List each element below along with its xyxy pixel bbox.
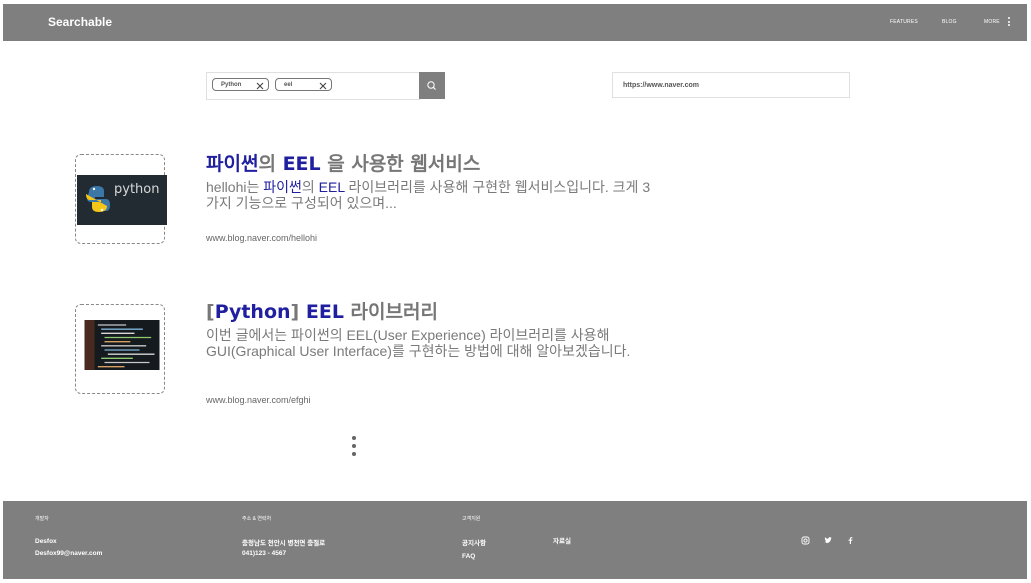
phone-text: 041)123 - 4567 [242,550,287,557]
developer-email[interactable]: Desfox99@naver.com [35,550,102,557]
desc-highlight: EEL [318,179,345,195]
search-icon [427,81,436,90]
result-url[interactable]: www.blog.naver.com/hellohi [206,233,317,243]
tag-chip-eel: eel [275,78,332,91]
thumb-caption: python [114,182,160,197]
desc-text: 이번 글에서는 파이썬의 EEL(User Experience) 라이브러리를… [206,327,631,359]
result-url[interactable]: www.blog.naver.com/efghi [206,395,311,405]
code-screen-image [84,320,160,370]
close-icon[interactable] [319,82,327,90]
nav-blog[interactable]: BLOG [942,19,957,25]
address-text: 충청남도 천안시 병천면 충절로 [242,540,326,547]
title-highlight: 파이썬 [206,153,259,175]
desc-text: hellohi는 [206,179,264,195]
result-description: hellohi는 파이썬의 EEL 라이브러리를 사용해 구현한 웹서비스입니다… [206,179,656,211]
footer: 개발자 Desfox Desfox99@naver.com 주소 & 연락처 충… [3,501,1027,579]
tag-chip-label: Python [221,82,242,88]
result-thumbnail[interactable] [75,304,165,394]
nav-features[interactable]: FEATURES [890,19,918,25]
notice-link[interactable]: 공지사항 [462,537,486,547]
desc-text: 의 [301,179,319,195]
support-heading: 고객지원 [462,516,481,522]
resources-link[interactable]: 자료실 [553,535,571,545]
close-icon[interactable] [256,82,264,90]
title-text: 을 사용한 웹서비스 [320,153,481,175]
address-heading: 주소 & 연락처 [242,516,272,522]
search-button[interactable] [419,72,445,99]
tag-chip-label: eel [284,82,293,88]
title-highlight: EEL [282,153,321,175]
title-text: 의 [258,153,283,175]
top-navbar: Searchable FEATURES BLOG MORE [3,4,1027,41]
more-vertical-icon[interactable] [1008,17,1011,29]
faq-link[interactable]: FAQ [462,553,475,560]
title-text: 라이브러리 [343,301,438,323]
brand-logo[interactable]: Searchable [48,15,112,29]
url-input[interactable]: https://www.naver.com [612,72,850,98]
developer-heading: 개발자 [35,516,49,522]
load-more-icon[interactable] [352,436,358,460]
title-text: [ [206,301,215,323]
title-text: ] [290,301,306,323]
page: Searchable FEATURES BLOG MORE Python eel… [3,4,1027,579]
result-thumbnail[interactable]: python [75,154,167,244]
result-title[interactable]: 파이썬의 EEL 을 사용한 웹서비스 [206,149,480,176]
facebook-icon[interactable] [846,536,855,545]
developer-name: Desfox [35,538,57,545]
title-highlight: EEL [305,301,344,323]
title-highlight: Python [214,301,291,323]
nav-more[interactable]: MORE [984,19,1000,25]
twitter-icon[interactable] [824,536,833,545]
result-description: 이번 글에서는 파이썬의 EEL(User Experience) 라이브러리를… [206,327,656,359]
tag-chip-python: Python [212,78,269,91]
result-title[interactable]: [Python] EEL 라이브러리 [206,297,438,324]
tag-search-input[interactable]: Python eel [206,72,420,100]
instagram-icon[interactable] [801,536,810,545]
desc-highlight: 파이썬 [263,179,302,195]
